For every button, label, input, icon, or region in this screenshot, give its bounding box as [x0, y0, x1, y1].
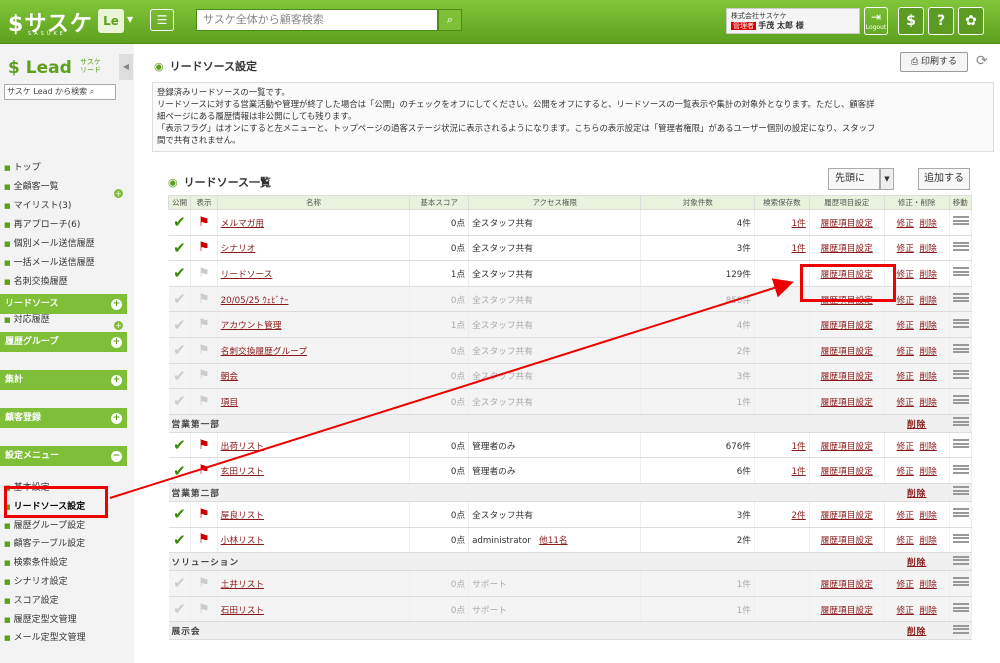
annotation-arrow: [109, 278, 794, 499]
